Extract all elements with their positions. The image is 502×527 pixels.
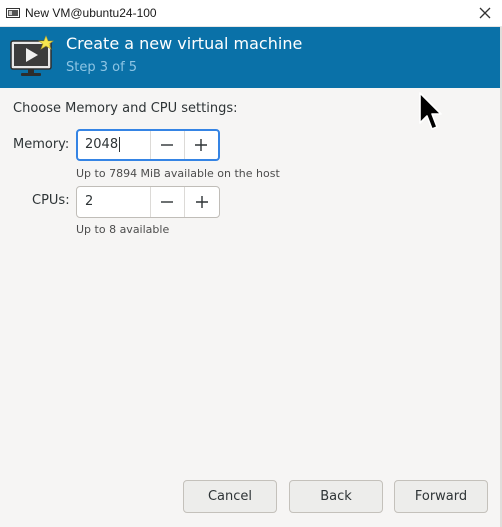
memory-decrement-button[interactable] (149, 131, 184, 159)
wizard-step: Step 3 of 5 (66, 60, 138, 75)
title-bar: New VM@ubuntu24-100 (0, 0, 502, 27)
memory-increment-button[interactable] (183, 131, 218, 159)
minus-icon (161, 144, 174, 146)
plus-icon (196, 196, 209, 208)
virt-manager-icon (6, 8, 20, 18)
cpus-increment-button[interactable] (184, 187, 219, 217)
memory-label: Memory: (13, 137, 70, 152)
plus-icon (195, 139, 208, 151)
memory-hint: Up to 7894 MiB available on the host (76, 167, 280, 180)
mouse-pointer-icon (419, 92, 442, 130)
text-caret (119, 137, 121, 152)
cpus-input[interactable]: 2 (77, 187, 150, 217)
memory-value: 2048 (85, 137, 119, 152)
back-button[interactable]: Back (289, 480, 383, 513)
memory-input[interactable]: 2048 (78, 131, 150, 159)
minus-icon (161, 201, 174, 203)
memory-spinbutton[interactable]: 2048 (76, 129, 220, 161)
wizard-title: Create a new virtual machine (66, 34, 303, 53)
forward-button[interactable]: Forward (394, 480, 488, 513)
cpus-decrement-button[interactable] (149, 187, 185, 217)
wizard-header: Create a new virtual machine Step 3 of 5 (0, 27, 502, 88)
cancel-button[interactable]: Cancel (183, 480, 277, 513)
cpus-label: CPUs: (32, 193, 70, 208)
section-label: Choose Memory and CPU settings: (13, 101, 238, 116)
close-icon[interactable] (476, 4, 494, 22)
cpus-spinbutton[interactable]: 2 (76, 186, 220, 218)
window-title: New VM@ubuntu24-100 (25, 6, 157, 20)
cpus-hint: Up to 8 available (76, 223, 170, 236)
vm-screen-icon (10, 35, 54, 76)
